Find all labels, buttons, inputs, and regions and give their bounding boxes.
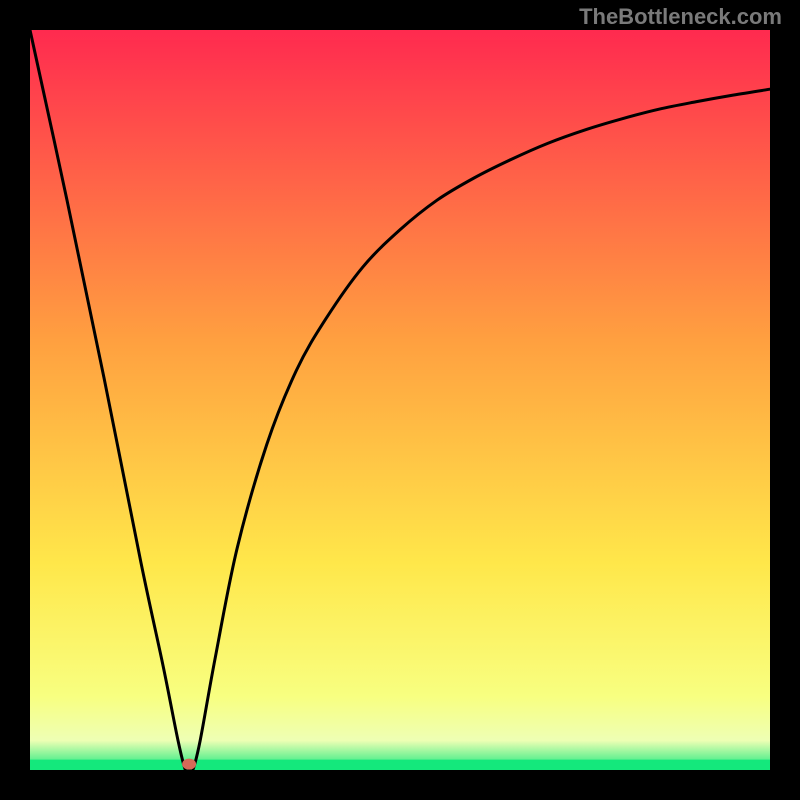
green-baseline-strip [30,760,770,770]
minimum-marker [182,759,196,770]
plot-background [30,30,770,770]
chart-frame: TheBottleneck.com [0,0,800,800]
chart-canvas [0,0,800,800]
watermark-text: TheBottleneck.com [579,4,782,30]
